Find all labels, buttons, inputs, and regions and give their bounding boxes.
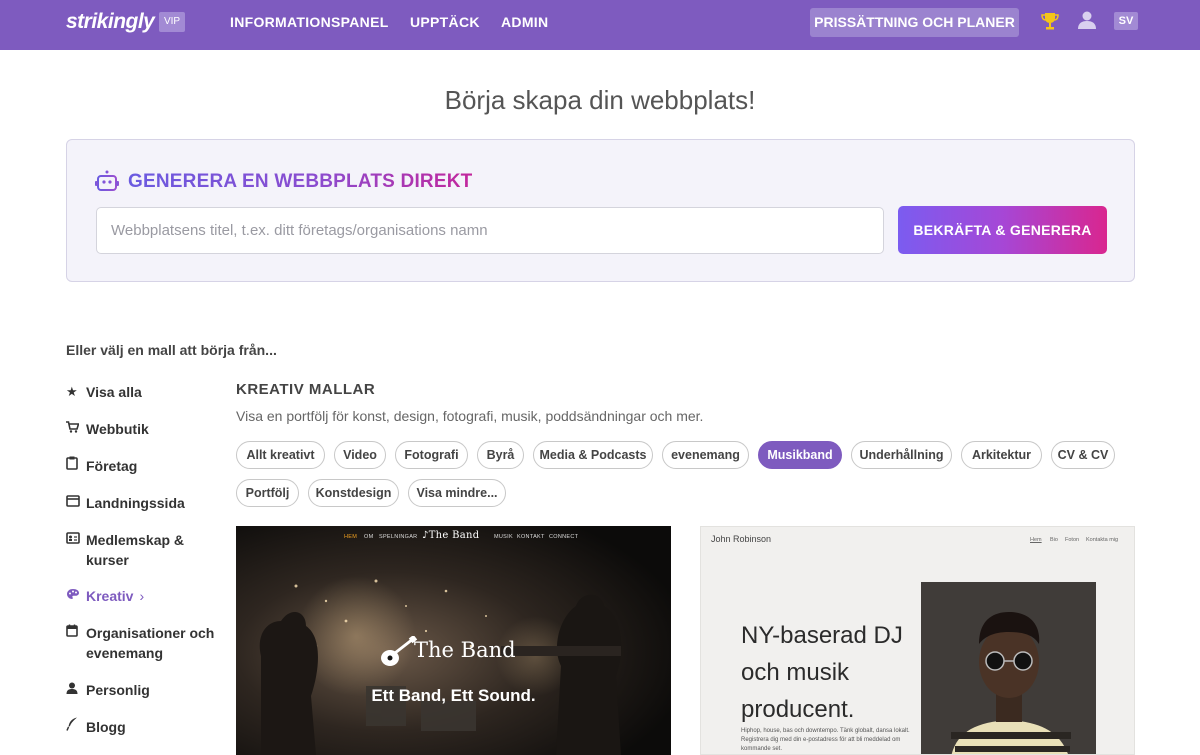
band-nav-logo-text: The Band [428, 530, 480, 541]
nav-discover-link[interactable]: UPPTÄCK [410, 14, 480, 30]
dj-nav-photos: Foton [1065, 537, 1080, 543]
sidebar-item-label: Medlemskap & kurser [86, 532, 185, 568]
dj-headline-line: NY-baserad DJ [741, 622, 903, 649]
band-nav-contact: KONTAKT [517, 534, 545, 540]
dj-headline-line: producent. [741, 696, 855, 723]
window-icon [66, 493, 86, 513]
filter-chip[interactable]: CV & CV [1051, 441, 1115, 469]
dj-nav-bio: Bio [1050, 537, 1058, 543]
dj-headline: NY-baserad DJ och musik producent. [741, 617, 903, 728]
template-card-the-band[interactable]: HEM OM SPELNINGAR ♪The Band MUSIK KONTAK… [236, 526, 671, 755]
filter-chip[interactable]: Media & Podcasts [533, 441, 653, 469]
sidebar-item-organizations[interactable]: Organisationer och evenemang [66, 623, 226, 663]
filter-chip[interactable]: Byrå [477, 441, 524, 469]
generate-title: GENERERA EN WEBBPLATS DIREKT [128, 171, 473, 192]
filter-chip[interactable]: Portfölj [236, 479, 299, 507]
sidebar-item-business[interactable]: Företag [66, 456, 226, 476]
band-nav-music: MUSIK [494, 534, 513, 540]
palette-icon [66, 586, 86, 606]
sidebar-item-label: Företag [86, 458, 138, 474]
chevron-right-icon: › [139, 588, 145, 604]
section-description: Visa en portfölj för konst, design, foto… [236, 408, 704, 424]
cart-icon [66, 419, 86, 439]
pricing-plans-button[interactable]: PRISSÄTTNING OCH PLANER [810, 8, 1019, 37]
band-nav-connect: CONNECT [549, 534, 579, 540]
sidebar-item-label: Blogg [86, 719, 126, 735]
quill-icon [66, 717, 86, 737]
sidebar-item-landing-page[interactable]: Landningssida [66, 493, 226, 513]
page-title: Börja skapa din webbplats! [444, 85, 756, 115]
user-account-icon[interactable] [1077, 10, 1097, 30]
dj-body-text: Hiphop, house, bas och downtempo. Tänk g… [741, 728, 910, 752]
sidebar-item-label: Visa alla [86, 384, 142, 400]
dj-nav-contact: Kontakta mig [1086, 537, 1119, 543]
guitar-icon [378, 634, 418, 675]
trophy-icon[interactable] [1040, 11, 1060, 31]
dj-portrait-photo [921, 582, 1096, 754]
filter-chip[interactable]: Fotografi [395, 441, 468, 469]
band-template-nav: HEM OM SPELNINGAR ♪The Band MUSIK KONTAK… [236, 530, 671, 548]
template-card-dj[interactable]: John Robinson Hem Bio Foton Kontakta mig… [700, 526, 1135, 755]
sidebar-item-creative[interactable]: Kreativ › [66, 586, 226, 606]
strikingly-logo[interactable]: strikingly [66, 10, 155, 34]
band-nav-home: HEM [344, 534, 358, 540]
band-tagline: Ett Band, Ett Sound. [371, 686, 536, 705]
section-title: KREATIV MALLAR [236, 381, 376, 398]
nav-admin-link[interactable]: ADMIN [501, 14, 548, 30]
nav-dashboard-link[interactable]: INFORMATIONSPANEL [230, 14, 389, 30]
sidebar-item-label: Organisationer och evenemang [86, 625, 215, 661]
sidebar-item-membership[interactable]: Medlemskap & kurser [66, 530, 226, 570]
sidebar-item-label: Webbutik [86, 421, 149, 437]
filter-chip[interactable]: Arkitektur [961, 441, 1042, 469]
dj-nav-home: Hem [1030, 537, 1042, 543]
sidebar-item-label: Kreativ [86, 588, 134, 604]
language-selector[interactable]: SV [1114, 12, 1138, 30]
sidebar-item-webshop[interactable]: Webbutik [66, 419, 226, 439]
band-nav-about: OM [364, 534, 374, 540]
star-icon: ★ [66, 384, 78, 399]
confirm-generate-button[interactable]: BEKRÄFTA & GENERERA [898, 206, 1107, 254]
filter-chip[interactable]: Allt kreativt [236, 441, 325, 469]
filter-chip-active[interactable]: Musikband [758, 441, 842, 469]
band-headline: The Band [414, 638, 516, 662]
show-less-chip[interactable]: Visa mindre... [408, 479, 506, 507]
choose-template-heading: Eller välj en mall att börja från... [66, 342, 277, 358]
filter-chip[interactable]: Konstdesign [308, 479, 399, 507]
band-nav-logo: ♪The Band [422, 530, 480, 541]
person-icon [66, 680, 86, 700]
vip-badge: VIP [159, 12, 185, 32]
generate-website-panel: GENERERA EN WEBBPLATS DIREKT BEKRÄFTA & … [66, 139, 1135, 282]
id-card-icon [66, 530, 86, 550]
robot-icon [95, 170, 119, 192]
band-nav-gigs: SPELNINGAR [379, 534, 418, 540]
filter-chip[interactable]: Underhållning [851, 441, 952, 469]
filter-chip[interactable]: Video [334, 441, 386, 469]
filter-chip[interactable]: evenemang [662, 441, 749, 469]
sidebar-item-blog[interactable]: Blogg [66, 717, 226, 737]
top-nav: strikingly VIP INFORMATIONSPANEL UPPTÄCK… [0, 0, 1200, 50]
sidebar-item-label: Landningssida [86, 495, 185, 511]
calendar-icon [66, 623, 86, 643]
website-title-input[interactable] [96, 207, 884, 254]
dj-site-name: John Robinson [711, 534, 772, 544]
clipboard-icon [66, 456, 86, 476]
sidebar-item-show-all[interactable]: ★ Visa alla [66, 382, 226, 402]
sidebar-item-personal[interactable]: Personlig [66, 680, 226, 700]
dj-headline-line: och musik [741, 659, 850, 686]
sidebar-item-label: Personlig [86, 682, 150, 698]
